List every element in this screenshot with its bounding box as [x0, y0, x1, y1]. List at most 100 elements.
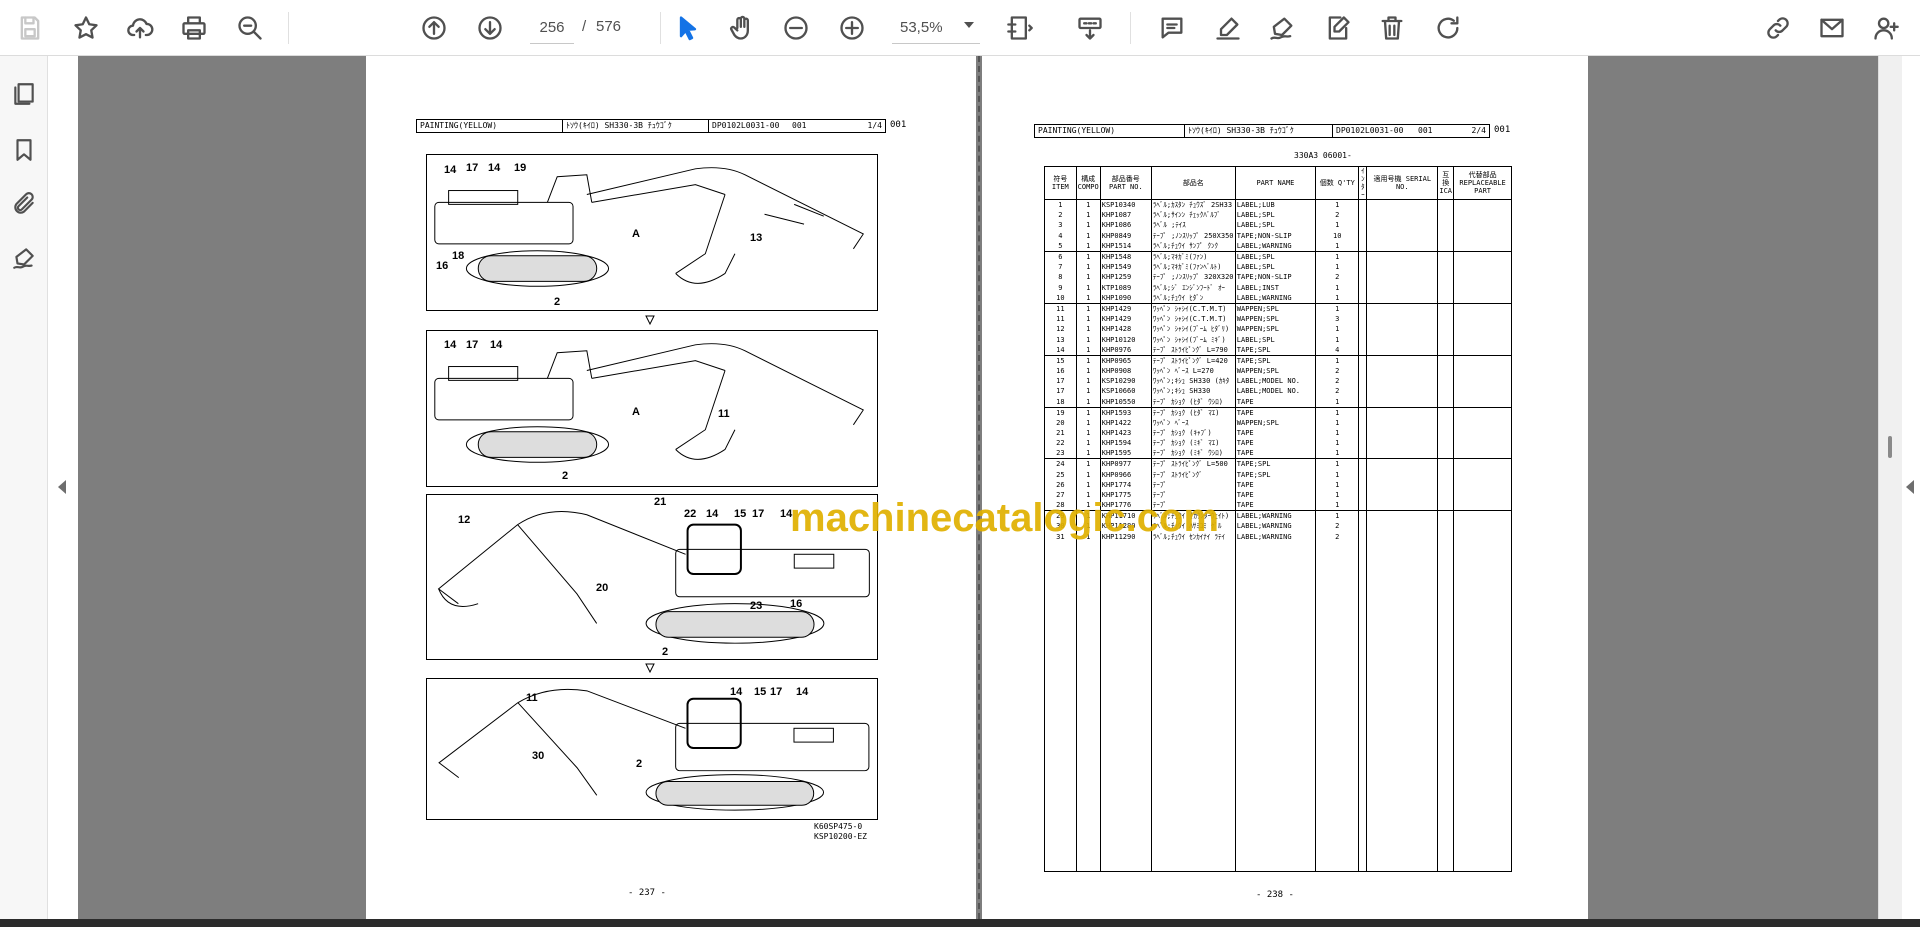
empty-cell [1437, 541, 1455, 873]
cell-replaceable [1453, 313, 1512, 325]
cell-part-no: KHP1429 [1099, 313, 1152, 325]
signatures-icon[interactable] [6, 240, 42, 276]
vertical-scrollbar[interactable] [1878, 56, 1902, 919]
bookmark-star-icon[interactable] [66, 8, 106, 48]
add-user-icon[interactable] [1866, 8, 1906, 48]
cell-inter [1358, 417, 1368, 428]
header-code: DP0102L0031-00 [1336, 126, 1404, 135]
cell-inter [1358, 354, 1368, 366]
cell-serial [1366, 272, 1439, 283]
page-number-input[interactable] [530, 12, 574, 44]
cell-ica [1437, 386, 1455, 397]
comment-icon[interactable] [1152, 8, 1192, 48]
cell-compo: 1 [1075, 210, 1101, 221]
table-row: 24 1 KHP0977 ﾃｰﾌﾟ ｽﾄﾗｲﾋﾟﾝｸﾞ L=500 TAPE;SPL 1 [1044, 458, 1512, 470]
cell-replaceable [1453, 261, 1512, 273]
zoom-search-icon[interactable] [230, 8, 270, 48]
cell-part-name: TAPE [1234, 396, 1317, 408]
email-icon[interactable] [1812, 8, 1852, 48]
cell-replaceable [1453, 210, 1512, 221]
col-part-no: 部品番号 PART NO. [1099, 166, 1152, 200]
cell-ica [1437, 510, 1455, 522]
cell-inter [1358, 272, 1368, 283]
zoom-out-icon[interactable] [776, 8, 816, 48]
rotate-icon[interactable] [1428, 8, 1468, 48]
zoom-level-dropdown[interactable]: 53,5% [892, 12, 980, 44]
cell-replaceable [1453, 490, 1512, 501]
cell-replaceable [1453, 427, 1512, 439]
callout-label: 14 [490, 339, 503, 351]
col-jp-name: 部品名 [1150, 166, 1236, 200]
cell-item: 7 [1044, 261, 1077, 273]
delete-trash-icon[interactable] [1372, 8, 1412, 48]
cell-compo: 1 [1075, 292, 1101, 304]
cell-part-name: LABEL;SPL [1234, 334, 1317, 345]
cell-part-name: TAPE [1234, 406, 1317, 418]
page-header: PAINTING(YELLOW) ﾄｿｳ(ｷｲﾛ) SH330-3B ﾁｭｳｺﾞ… [416, 119, 886, 133]
collapse-right-panel-icon[interactable] [1906, 480, 1914, 494]
cell-part-no: KHP1776 [1099, 500, 1152, 511]
cell-ica [1437, 469, 1455, 480]
callout-label: 22 [684, 508, 697, 520]
cell-part-no: KHP1593 [1099, 406, 1152, 418]
select-cursor-icon[interactable] [668, 8, 708, 48]
zoom-in-icon[interactable] [832, 8, 872, 48]
cell-part-name: TAPE;SPL [1234, 469, 1317, 480]
cell-serial [1366, 490, 1439, 501]
empty-cell [1366, 541, 1439, 873]
cell-inter [1358, 458, 1368, 470]
bookmarks-icon[interactable] [6, 132, 42, 168]
previous-page-icon[interactable] [414, 8, 454, 48]
cell-replaceable [1453, 469, 1512, 480]
callout-label: 14 [444, 164, 457, 176]
serial-range: 330A3 06001- [1294, 151, 1352, 160]
thumbnails-icon[interactable] [6, 76, 42, 112]
cell-ica [1437, 438, 1455, 449]
callout-label: A [632, 228, 640, 240]
callout-label: 11 [526, 692, 538, 704]
cell-jp-name: ﾜｯﾍﾟﾝ ﾍﾞｰｽ L=270 [1150, 365, 1236, 376]
attachments-icon[interactable] [6, 186, 42, 222]
next-page-icon[interactable] [470, 8, 510, 48]
cell-item: 4 [1044, 230, 1077, 241]
cell-part-name: TAPE [1234, 438, 1317, 449]
cell-part-name: LABEL;SPL [1234, 261, 1317, 273]
cell-serial [1366, 510, 1439, 522]
cell-item: 11 [1044, 302, 1077, 314]
scroll-mode-icon[interactable] [1070, 8, 1110, 48]
collapse-left-panel-icon[interactable] [58, 480, 66, 494]
cell-part-no: KHP1775 [1099, 490, 1152, 501]
scrollbar-thumb[interactable] [1888, 436, 1892, 458]
cell-inter [1358, 240, 1368, 252]
cell-qty: 1 [1315, 324, 1360, 335]
cell-jp-name: ﾃｰﾌﾟ ;ﾉﾝｽﾘｯﾌﾟ 320X320 [1150, 272, 1236, 283]
cell-serial [1366, 396, 1439, 408]
save-icon[interactable] [10, 8, 50, 48]
cell-jp-name: ﾜｯﾍﾟﾝ ｼｬｼｲ(ﾌﾞｰﾑ ﾋﾀﾞﾘ) [1150, 324, 1236, 335]
cell-serial [1366, 448, 1439, 459]
cell-item: 10 [1044, 292, 1077, 304]
header-title: PAINTING(YELLOW) [1035, 125, 1185, 137]
document-viewer[interactable]: PAINTING(YELLOW) ﾄｿｳ(ｷｲﾛ) SH330-3B ﾁｭｳｺﾞ… [78, 56, 1878, 919]
cell-inter [1358, 250, 1368, 262]
callout-label: 14 [780, 508, 793, 520]
cell-item: 17 [1044, 386, 1077, 397]
cell-compo: 1 [1075, 261, 1101, 273]
share-link-icon[interactable] [1758, 8, 1798, 48]
print-icon[interactable] [174, 8, 214, 48]
hand-tool-icon[interactable] [722, 8, 762, 48]
page-header: PAINTING(YELLOW) ﾄｿｳ(ｷｲﾛ) SH330-3B ﾁｭｳｺﾞ… [1034, 124, 1490, 138]
sign-icon[interactable] [1262, 8, 1302, 48]
cell-part-name: LABEL;SPL [1234, 220, 1317, 231]
cell-compo: 1 [1075, 240, 1101, 252]
edit-document-icon[interactable] [1318, 8, 1358, 48]
page-number: - 237 - [628, 888, 666, 898]
table-row: 30 1 KHP11280 ﾗﾍﾞﾙ;ﾁｭｳｲ ﾊｻﾐｺﾐ ｹﾞﾙ LABEL;WARN… [1044, 521, 1512, 532]
header-code: DP0102L0031-00 [712, 121, 780, 130]
cell-item: 22 [1044, 438, 1077, 449]
table-row: 13 1 KHP10120 ﾜｯﾍﾟﾝ ｼｬｼｲ(ﾌﾞｰﾑ ﾐｷﾞ) LABEL;SPL… [1044, 334, 1512, 345]
highlight-pen-icon[interactable] [1208, 8, 1248, 48]
upload-cloud-icon[interactable] [120, 8, 160, 48]
cell-ica [1437, 531, 1455, 542]
page-fit-icon[interactable] [1000, 8, 1040, 48]
